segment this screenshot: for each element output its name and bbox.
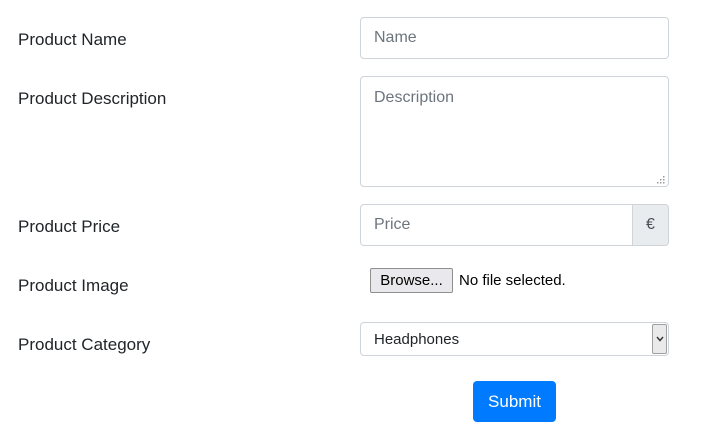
browse-file-button[interactable]: Browse...: [370, 268, 453, 293]
product-price-label: Product Price: [18, 217, 121, 236]
product-price-input[interactable]: [360, 204, 633, 246]
product-name-label: Product Name: [18, 30, 127, 49]
category-selected-value: Headphones: [374, 331, 460, 348]
chevron-down-icon[interactable]: [652, 324, 667, 354]
currency-addon: €: [632, 204, 669, 246]
product-category-label: Product Category: [18, 335, 151, 354]
product-description-textarea[interactable]: [360, 76, 669, 187]
submit-button[interactable]: Submit: [473, 381, 556, 422]
file-status-text: No file selected.: [459, 272, 566, 289]
price-input-group: €: [360, 204, 669, 246]
product-name-input[interactable]: [360, 17, 669, 59]
product-description-label: Product Description: [18, 89, 167, 108]
product-image-label: Product Image: [18, 276, 129, 295]
product-category-select[interactable]: Headphones: [360, 322, 669, 356]
resize-grip-icon[interactable]: [655, 174, 665, 184]
